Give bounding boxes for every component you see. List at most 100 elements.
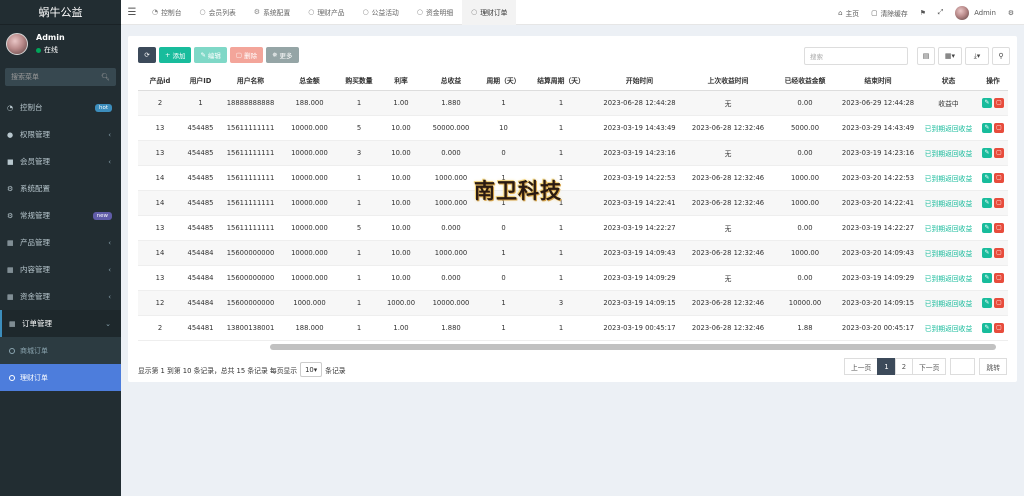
delete-row-icon[interactable]: ▢	[994, 272, 1004, 283]
sidebar-item-mall-orders[interactable]: 商城订单	[0, 337, 121, 364]
sidebar-item-products[interactable]: ▦ 产品管理 ‹	[0, 229, 121, 256]
tab-fund-details[interactable]: ○ 资金明细	[408, 0, 462, 25]
edit-row-icon[interactable]: ✎	[982, 222, 992, 233]
edit-row-icon[interactable]: ✎	[982, 97, 992, 108]
sidebar-item-general[interactable]: ⚙ 常规管理 new	[0, 202, 121, 229]
sidebar-item-permissions[interactable]: ● 权限管理 ‹	[0, 121, 121, 148]
admin-menu[interactable]: Admin	[955, 5, 996, 20]
table-row[interactable]: 2 1 18888888888 188.000 1 1.00 1.880 1 1 2023-06-…	[138, 90, 1008, 116]
tab-dashboard[interactable]: ◔ 控制台	[143, 0, 191, 25]
delete-row-icon[interactable]: ▢	[994, 297, 1004, 308]
menu-toggle-icon[interactable]: ☰	[121, 7, 143, 18]
column-header[interactable]: 结束时间	[837, 70, 919, 91]
orders-table: 产品id 用户ID 用户名称 总金额 购买数量 利率 总收益 周期（天） 结算周…	[138, 70, 1008, 350]
actions-cell: ✎ ▢	[978, 190, 1008, 216]
column-header[interactable]: 用户ID	[182, 70, 219, 91]
export-dropdown-icon[interactable]: ⤓▾	[965, 47, 989, 65]
sidebar-item-finance-orders[interactable]: 理财订单	[0, 364, 121, 391]
table-row[interactable]: 13 454484 15600000000 10000.000 1 10.00 0.000 0…	[138, 265, 1008, 291]
column-header[interactable]: 周期（天）	[481, 70, 526, 91]
page-1-button[interactable]: 1	[877, 358, 896, 375]
jump-page-input[interactable]	[950, 358, 976, 375]
table-cell: 10000.000	[282, 215, 337, 241]
table-row[interactable]: 2 454481 13800138001 188.000 1 1.00 1.880 1 1 202…	[138, 315, 1008, 341]
column-header[interactable]: 开始时间	[596, 70, 683, 91]
delete-row-icon[interactable]: ▢	[994, 172, 1004, 183]
edit-row-icon[interactable]: ✎	[982, 272, 992, 283]
column-header[interactable]: 结算周期（天）	[526, 70, 596, 91]
fullscreen-icon[interactable]: ⤢	[938, 8, 943, 17]
actions-cell: ✎ ▢	[978, 165, 1008, 191]
column-header[interactable]: 用户名称	[219, 70, 282, 91]
table-cell: 无	[683, 265, 773, 291]
column-header[interactable]: 购买数量	[337, 70, 381, 91]
edit-row-icon[interactable]: ✎	[982, 197, 992, 208]
tab-finance-orders[interactable]: ○ 理财订单	[462, 0, 517, 25]
column-header[interactable]: 总金额	[282, 70, 337, 91]
edit-button[interactable]: ✎ 编辑	[194, 47, 227, 63]
table-search-input[interactable]: 搜索	[804, 47, 908, 65]
home-link[interactable]: ⌂ 主页	[838, 8, 859, 18]
table-row[interactable]: 12 454484 15600000000 1000.000 1 1000.00 10000…	[138, 290, 1008, 316]
edit-row-icon[interactable]: ✎	[982, 122, 992, 133]
column-header[interactable]: 上次收益时间	[683, 70, 773, 91]
tab-finance-products[interactable]: ○ 理财产品	[299, 0, 353, 25]
edit-row-icon[interactable]: ✎	[982, 322, 992, 333]
add-button[interactable]: + 添加	[159, 47, 192, 63]
table-cell: 2023-03-19 00:45:17	[596, 315, 683, 341]
sidebar-item-funds[interactable]: ▦ 资金管理 ‹	[0, 283, 121, 310]
tab-system-config[interactable]: ⚙ 系统配置	[245, 0, 299, 25]
prev-page-button[interactable]: 上一页	[843, 358, 879, 375]
page-2-button[interactable]: 2	[894, 358, 914, 375]
column-header[interactable]: 总收益	[421, 70, 481, 91]
table-row[interactable]: 13 454485 15611111111 10000.000 5 10.00 50000.…	[138, 115, 1008, 141]
sidebar-item-dashboard[interactable]: ◔ 控制台 hot	[0, 94, 121, 121]
column-header[interactable]: 利率	[381, 70, 421, 91]
table-cell: 5	[337, 215, 381, 241]
delete-row-icon[interactable]: ▢	[994, 247, 1004, 258]
edit-row-icon[interactable]: ✎	[982, 247, 992, 258]
delete-row-icon[interactable]: ▢	[994, 322, 1004, 333]
tab-member-list[interactable]: ○ 会员列表	[191, 0, 245, 25]
refresh-button[interactable]: ⟳	[138, 47, 156, 63]
next-page-button[interactable]: 下一页	[912, 358, 947, 375]
table-row[interactable]: 13 454485 15611111111 10000.000 3 10.00 0.000 0…	[138, 140, 1008, 166]
sidebar-item-members[interactable]: ■ 会员管理 ‹	[0, 148, 121, 175]
table-row[interactable]: 13 454485 15611111111 10000.000 5 10.00 0.000 0…	[138, 215, 1008, 241]
page-size-select[interactable]: 10 ▾	[300, 362, 323, 377]
sidebar-item-content[interactable]: ▦ 内容管理 ‹	[0, 256, 121, 283]
sidebar-item-orders[interactable]: ▦ 订单管理 ⌄	[0, 310, 121, 337]
column-header[interactable]: 状态	[919, 70, 978, 91]
advanced-search-icon[interactable]: ⚲	[992, 47, 1010, 65]
brand-logo[interactable]: 蜗牛公益	[0, 0, 121, 25]
delete-button[interactable]: ▢ 删除	[229, 47, 264, 63]
sidebar-item-system-config[interactable]: ⚙ 系统配置	[0, 175, 121, 202]
table-cell: 10000.000	[282, 240, 337, 266]
jump-button[interactable]: 跳转	[979, 358, 1007, 375]
column-header[interactable]: 产品id	[138, 70, 182, 91]
delete-row-icon[interactable]: ▢	[994, 147, 1004, 158]
columns-dropdown-icon[interactable]: ▦▾	[938, 47, 962, 65]
more-button[interactable]: ✵ 更多	[266, 47, 299, 63]
settings-gear-icon[interactable]: ⚙	[1008, 9, 1014, 17]
table-cell: 15611111111	[219, 215, 282, 241]
edit-row-icon[interactable]: ✎	[982, 297, 992, 308]
table-row[interactable]: 14 454484 15600000000 10000.000 1 10.00 1000.0…	[138, 240, 1008, 266]
delete-row-icon[interactable]: ▢	[994, 97, 1004, 108]
tab-charity[interactable]: ○ 公益活动	[354, 0, 408, 25]
table-row[interactable]: 14 454485 15611111111 10000.000 1 10.00 1000.0…	[138, 165, 1008, 191]
edit-row-icon[interactable]: ✎	[982, 147, 992, 158]
toggle-view-icon[interactable]: ▤	[917, 47, 935, 65]
delete-row-icon[interactable]: ▢	[994, 122, 1004, 133]
table-row[interactable]: 14 454485 15611111111 10000.000 1 10.00 1000.0…	[138, 190, 1008, 216]
edit-row-icon[interactable]: ✎	[982, 172, 992, 183]
table-cell: 188.000	[282, 315, 337, 341]
sidebar-search-input[interactable]: 搜索菜单 🔍︎	[5, 68, 116, 86]
delete-row-icon[interactable]: ▢	[994, 197, 1004, 208]
horizontal-scrollbar[interactable]	[270, 344, 996, 350]
translate-icon[interactable]: ⚑	[920, 9, 926, 17]
sidebar: 蜗牛公益 Admin 在线 搜索菜单 🔍︎ ◔ 控制台 hot ● 权限管理 ‹ ■ 会员…	[0, 0, 121, 496]
delete-row-icon[interactable]: ▢	[994, 222, 1004, 233]
column-header[interactable]: 已经收益金额	[773, 70, 837, 91]
clear-cache-button[interactable]: ▢ 清除缓存	[871, 8, 908, 18]
